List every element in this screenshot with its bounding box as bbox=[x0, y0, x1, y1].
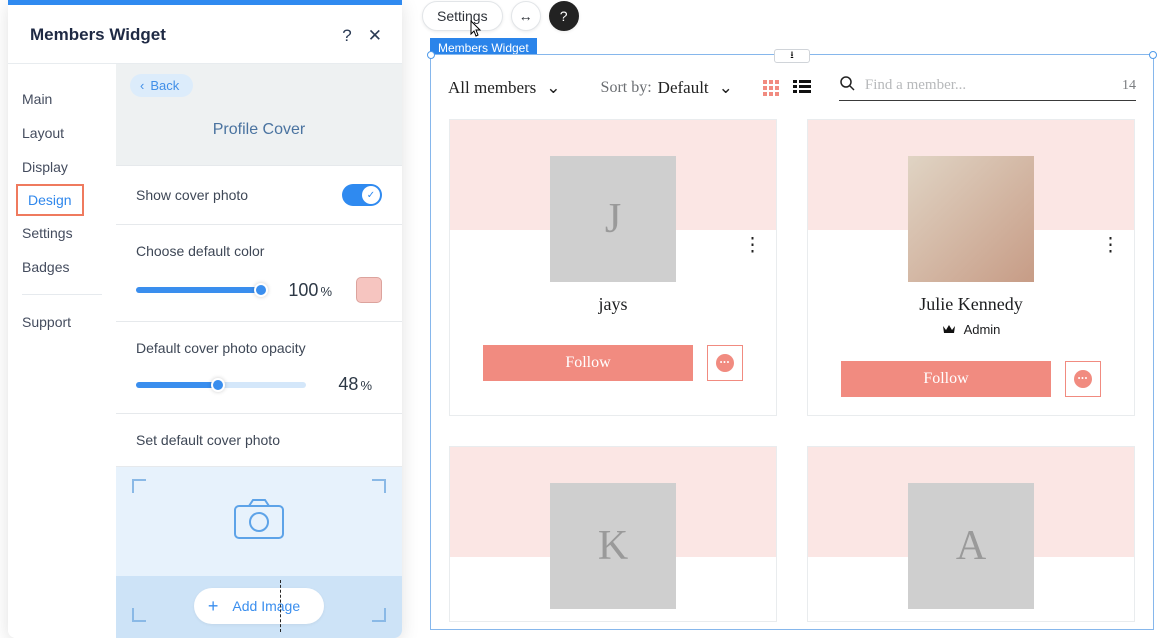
row-opacity: Default cover photo opacity 48% bbox=[116, 321, 402, 413]
default-color-value: 100% bbox=[280, 280, 332, 301]
stretch-button[interactable]: ↔ bbox=[511, 1, 541, 31]
row-default-color: Choose default color 100% bbox=[116, 224, 402, 321]
add-image-button[interactable]: + Add Image bbox=[194, 588, 324, 624]
panel-sidebar: Main Layout Display Design Settings Badg… bbox=[8, 64, 116, 638]
crown-icon bbox=[942, 322, 956, 337]
chevron-left-icon: ‹ bbox=[140, 78, 144, 93]
help-button[interactable]: ? bbox=[549, 1, 579, 31]
back-label: Back bbox=[150, 78, 179, 93]
search-input[interactable] bbox=[865, 77, 1104, 94]
arrows-horizontal-icon: ↔ bbox=[519, 8, 533, 24]
preview-toolbar: All members ⌄ Sort by: Default ⌄ 14 bbox=[430, 55, 1154, 119]
sortby-label: Sort by: bbox=[601, 79, 652, 97]
row-show-cover: Show cover photo ✓ bbox=[116, 165, 402, 224]
more-menu-icon[interactable]: ⋮ bbox=[737, 238, 768, 254]
chat-icon: ••• bbox=[1074, 370, 1092, 388]
filter-dropdown[interactable]: All members ⌄ bbox=[448, 78, 561, 98]
chevron-down-icon: ⌄ bbox=[719, 78, 733, 98]
card-cover bbox=[808, 120, 1134, 230]
sidebar-item-settings[interactable]: Settings bbox=[8, 216, 116, 250]
add-image-label: Add Image bbox=[232, 598, 300, 614]
show-cover-toggle[interactable]: ✓ bbox=[342, 184, 382, 206]
sidebar-item-support[interactable]: Support bbox=[8, 305, 116, 339]
member-card: K bbox=[449, 446, 777, 622]
color-swatch[interactable] bbox=[356, 277, 382, 303]
help-icon[interactable]: ? bbox=[342, 27, 351, 44]
chat-button[interactable]: ••• bbox=[1065, 361, 1101, 397]
question-icon: ? bbox=[560, 8, 568, 24]
widget-preview: All members ⌄ Sort by: Default ⌄ 14 bbox=[430, 55, 1154, 631]
default-color-label: Choose default color bbox=[136, 243, 382, 259]
settings-button[interactable]: Settings bbox=[422, 1, 503, 31]
card-cover: K bbox=[450, 447, 776, 557]
opacity-value: 48% bbox=[320, 374, 372, 395]
member-role: Admin bbox=[942, 322, 1001, 337]
member-card: A bbox=[807, 446, 1135, 622]
set-default-photo-label: Set default cover photo bbox=[136, 432, 382, 448]
default-photo-area[interactable] bbox=[116, 466, 402, 576]
editor-toolbar: Settings ↔ ? bbox=[422, 1, 579, 31]
add-image-row: + Add Image bbox=[116, 576, 402, 638]
follow-button[interactable]: Follow bbox=[841, 361, 1051, 397]
member-card: ⋮ Julie Kennedy Admin Follow ••• bbox=[807, 119, 1135, 416]
member-card: J ⋮ jays Follow ••• bbox=[449, 119, 777, 416]
search-icon bbox=[839, 75, 855, 96]
toggle-knob-icon: ✓ bbox=[362, 186, 380, 204]
filter-label: All members bbox=[448, 78, 536, 98]
section-title: Profile Cover bbox=[116, 97, 402, 165]
sidebar-item-design[interactable]: Design bbox=[16, 184, 84, 216]
close-icon[interactable]: ✕ bbox=[368, 27, 382, 44]
search-field[interactable]: 14 bbox=[839, 75, 1136, 101]
plus-icon: + bbox=[208, 597, 219, 615]
member-count: 14 bbox=[1122, 78, 1136, 94]
card-cover: J bbox=[450, 120, 776, 230]
list-view-icon[interactable] bbox=[793, 80, 811, 96]
sidebar-item-badges[interactable]: Badges bbox=[8, 250, 116, 284]
sidebar-divider bbox=[22, 294, 102, 295]
sortby-dropdown[interactable]: Default ⌄ bbox=[658, 78, 733, 98]
settings-panel: Members Widget ? ✕ Main Layout Display D… bbox=[8, 0, 402, 638]
opacity-slider[interactable] bbox=[136, 382, 306, 388]
card-cover: A bbox=[808, 447, 1134, 557]
panel-title: Members Widget bbox=[30, 25, 166, 45]
opacity-label: Default cover photo opacity bbox=[136, 340, 382, 356]
row-set-default-photo: Set default cover photo bbox=[116, 413, 402, 466]
panel-header: Members Widget ? ✕ bbox=[8, 5, 402, 63]
follow-button[interactable]: Follow bbox=[483, 345, 693, 381]
default-color-slider[interactable] bbox=[136, 287, 266, 293]
sidebar-item-layout[interactable]: Layout bbox=[8, 116, 116, 150]
more-menu-icon[interactable]: ⋮ bbox=[1095, 238, 1126, 254]
sidebar-item-main[interactable]: Main bbox=[8, 82, 116, 116]
chat-button[interactable]: ••• bbox=[707, 345, 743, 381]
sidebar-item-display[interactable]: Display bbox=[8, 150, 116, 184]
member-cards-grid: J ⋮ jays Follow ••• ⋮ Julie Kennedy bbox=[430, 119, 1154, 631]
sortby-value: Default bbox=[658, 78, 709, 98]
camera-icon bbox=[233, 498, 285, 545]
grid-view-icon[interactable] bbox=[763, 80, 779, 96]
chevron-down-icon: ⌄ bbox=[546, 78, 560, 98]
download-chip[interactable]: ⭳ bbox=[774, 49, 810, 63]
panel-content: ‹ Back Profile Cover Show cover photo ✓ … bbox=[116, 64, 402, 638]
member-name: Julie Kennedy bbox=[822, 294, 1120, 315]
chat-icon: ••• bbox=[716, 354, 734, 372]
back-button[interactable]: ‹ Back bbox=[130, 74, 193, 97]
download-icon: ⭳ bbox=[790, 48, 794, 65]
show-cover-label: Show cover photo bbox=[136, 187, 248, 203]
member-name: jays bbox=[464, 294, 762, 315]
ruler-line bbox=[280, 580, 281, 632]
